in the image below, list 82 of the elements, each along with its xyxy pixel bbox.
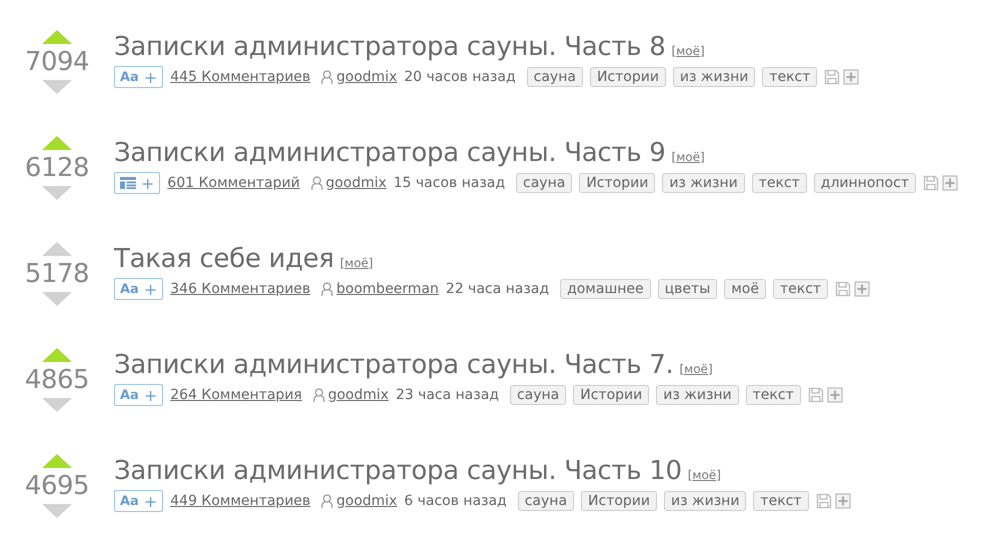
upvote-icon[interactable]: [42, 454, 72, 468]
list-icon: [120, 177, 136, 189]
comments-link[interactable]: 445 Комментариев: [170, 69, 310, 85]
tag[interactable]: сауна: [510, 385, 566, 405]
comments-link[interactable]: 601 Комментарий: [167, 175, 300, 191]
user-icon: [310, 176, 323, 190]
tag[interactable]: текст: [746, 385, 801, 405]
rating-score: 6128: [24, 152, 90, 185]
comments-link[interactable]: 264 Комментария: [170, 387, 302, 403]
rating-score: 5178: [24, 258, 90, 291]
downvote-icon[interactable]: [42, 504, 72, 518]
post-type-badge: Aa +: [114, 66, 164, 88]
post-time: 22 часа назад: [446, 281, 550, 297]
tag[interactable]: из жизни: [672, 67, 756, 87]
post-type-badge: +: [114, 172, 160, 194]
tag[interactable]: моё: [724, 279, 766, 299]
post-time: 6 часов назад: [404, 493, 507, 509]
add-icon[interactable]: [942, 175, 958, 191]
post-title[interactable]: Записки администратора сауны. Часть 7.: [114, 348, 674, 382]
downvote-icon[interactable]: [42, 80, 72, 94]
post-title[interactable]: Записки администратора сауны. Часть 10: [114, 454, 682, 488]
downvote-icon[interactable]: [42, 292, 72, 306]
mine-link[interactable]: [моё]: [672, 150, 705, 164]
tag[interactable]: из жизни: [664, 491, 746, 511]
upvote-icon[interactable]: [42, 30, 72, 44]
save-icon[interactable]: [922, 175, 939, 191]
tag[interactable]: Истории: [579, 173, 656, 193]
rating-score: 4695: [24, 470, 90, 503]
post-time: 20 часов назад: [404, 69, 516, 85]
tag[interactable]: из жизни: [662, 173, 745, 193]
author-link[interactable]: goodmix: [326, 175, 387, 191]
user-icon: [312, 388, 325, 402]
tag[interactable]: домашнее: [560, 279, 651, 299]
add-icon[interactable]: [843, 69, 860, 85]
tag[interactable]: Истории: [581, 491, 658, 511]
tag[interactable]: Истории: [573, 385, 650, 405]
save-icon[interactable]: [835, 281, 852, 297]
tag[interactable]: из жизни: [656, 385, 739, 405]
add-icon[interactable]: [834, 493, 850, 509]
post-title[interactable]: Записки администратора сауны. Часть 8: [114, 30, 666, 64]
upvote-icon[interactable]: [42, 136, 72, 150]
tag[interactable]: текст: [773, 279, 828, 299]
save-icon[interactable]: [816, 493, 832, 509]
tag[interactable]: сауна: [518, 491, 574, 511]
mine-link[interactable]: [моё]: [679, 362, 713, 376]
post-title[interactable]: Записки администратора сауны. Часть 9: [114, 136, 666, 170]
author-link[interactable]: goodmix: [336, 69, 398, 85]
add-icon[interactable]: [854, 281, 870, 297]
comments-link[interactable]: 449 Комментариев: [170, 493, 310, 509]
tag[interactable]: цветы: [658, 279, 718, 299]
post-time: 15 часов назад: [394, 175, 506, 191]
author-link[interactable]: boombeerman: [336, 281, 439, 297]
user-icon: [321, 70, 334, 84]
mine-link[interactable]: [моё]: [688, 468, 721, 482]
user-icon: [321, 494, 334, 508]
post-type-badge: Aa +: [114, 278, 164, 300]
tag[interactable]: Истории: [590, 67, 666, 87]
tag[interactable]: текст: [753, 491, 808, 511]
save-icon[interactable]: [824, 69, 840, 85]
upvote-icon[interactable]: [42, 348, 72, 362]
tag[interactable]: сауна: [526, 67, 583, 87]
user-icon: [321, 282, 334, 296]
tag[interactable]: текст: [752, 173, 807, 193]
rating-score: 4865: [24, 364, 90, 397]
upvote-icon[interactable]: [42, 242, 72, 256]
rating-score: 7094: [24, 46, 90, 79]
post-type-badge: Aa +: [114, 384, 164, 406]
save-icon[interactable]: [808, 387, 824, 403]
mine-link[interactable]: [моё]: [340, 256, 374, 270]
author-link[interactable]: goodmix: [336, 493, 398, 509]
post-title[interactable]: Такая себе идея: [114, 242, 334, 276]
tag[interactable]: текст: [762, 67, 818, 87]
downvote-icon[interactable]: [42, 398, 72, 412]
author-link[interactable]: goodmix: [328, 387, 389, 403]
tag[interactable]: сауна: [516, 173, 572, 193]
tag[interactable]: длиннопост: [814, 173, 916, 193]
downvote-icon[interactable]: [42, 186, 72, 200]
add-icon[interactable]: [826, 387, 843, 403]
post-type-badge: Aa +: [114, 490, 164, 512]
post-time: 23 часа назад: [396, 387, 499, 403]
comments-link[interactable]: 346 Комментариев: [170, 281, 310, 297]
mine-link[interactable]: [моё]: [672, 44, 705, 58]
